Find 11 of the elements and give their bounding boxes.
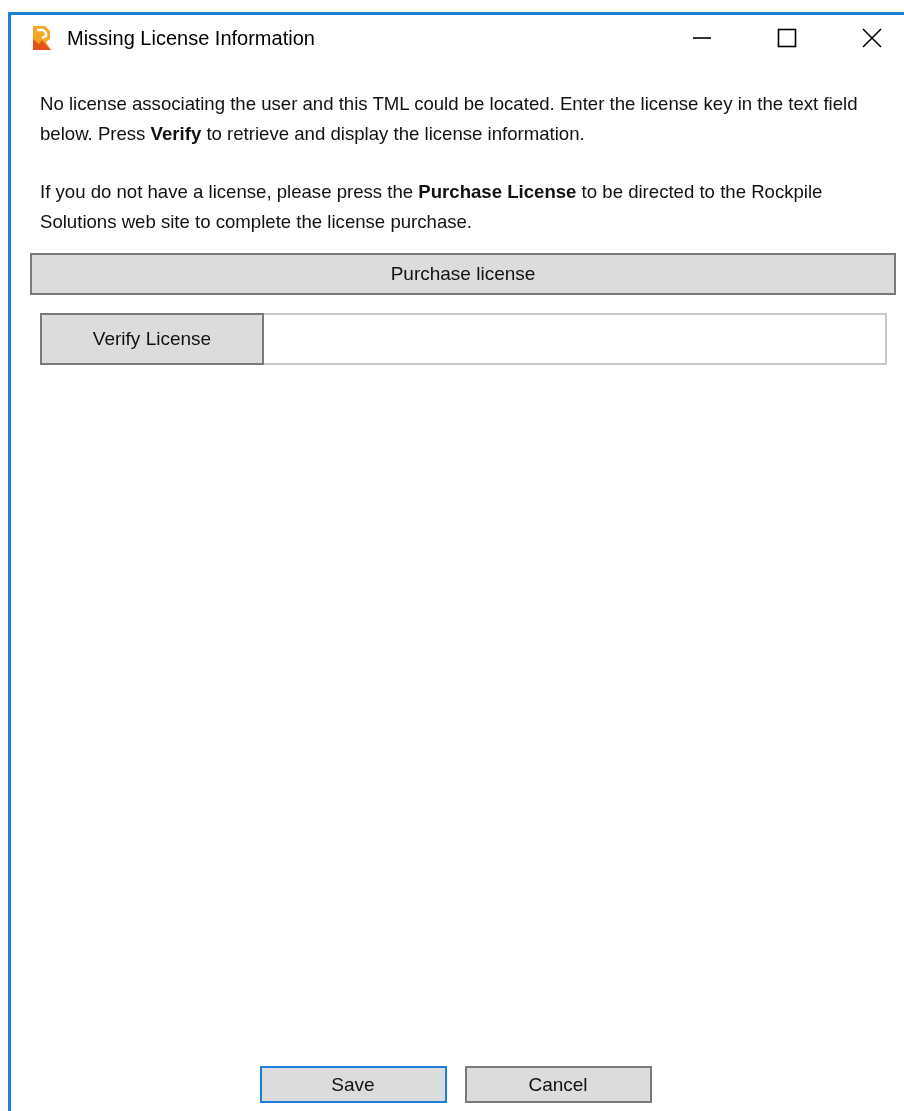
purchase-license-button[interactable]: Purchase license bbox=[30, 253, 896, 295]
dialog-button[interactable]: Cancel bbox=[464, 1066, 652, 1103]
instruction-text: If you do not have a license, please press the Purchase License to be directed to the Rockpile Solutions web site to complete the license purchase. bbox=[40, 180, 824, 234]
window-title: Missing License Information bbox=[67, 26, 316, 50]
license-key-field[interactable] bbox=[264, 313, 887, 365]
verify-license-button[interactable]: Verify License bbox=[40, 313, 264, 365]
app-logo-icon bbox=[31, 25, 53, 51]
instruction-text: No license associating the user and this TML could be located. Enter the license key in the text field below. Press Verify to retrieve and display the license information. bbox=[40, 92, 859, 146]
dialog-button[interactable]: Save bbox=[259, 1066, 447, 1103]
maximize-icon[interactable] bbox=[777, 28, 797, 48]
close-icon[interactable] bbox=[862, 28, 882, 48]
